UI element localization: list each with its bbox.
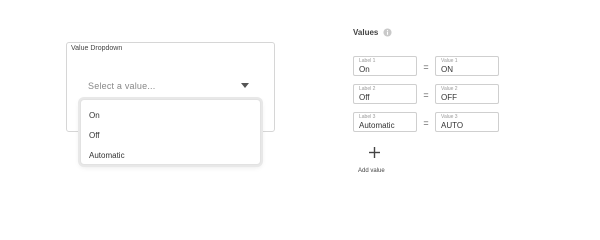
add-value-button[interactable]: Add value bbox=[358, 168, 385, 174]
dropdown-menu: On Off Automatic bbox=[80, 99, 261, 165]
chevron-down-icon[interactable] bbox=[241, 83, 249, 89]
value-value-3: AUTO bbox=[441, 121, 464, 130]
plus-icon[interactable] bbox=[368, 146, 381, 159]
dropdown-option-off[interactable]: Off bbox=[89, 131, 100, 140]
value-input-3[interactable]: Value 3 AUTO bbox=[435, 112, 499, 132]
value-value-2: OFF bbox=[441, 93, 457, 102]
value-select[interactable]: Select a value... bbox=[81, 77, 261, 95]
value-input-1[interactable]: Value 1 ON bbox=[435, 56, 499, 76]
equals-sign-1: = bbox=[423, 62, 429, 72]
label-input-1[interactable]: Label 1 On bbox=[353, 56, 417, 76]
values-header: Values bbox=[353, 28, 379, 37]
label-value-1: On bbox=[359, 65, 370, 74]
value-value-1: ON bbox=[441, 65, 453, 74]
equals-sign-2: = bbox=[423, 90, 429, 100]
dropdown-option-on[interactable]: On bbox=[89, 111, 100, 120]
value-input-2[interactable]: Value 2 OFF bbox=[435, 84, 499, 104]
label-value-2: Off bbox=[359, 93, 370, 102]
dropdown-option-automatic[interactable]: Automatic bbox=[89, 151, 125, 160]
label-caption-3: Label 3 bbox=[359, 114, 376, 120]
value-caption-2: Value 2 bbox=[441, 86, 458, 92]
label-input-3[interactable]: Label 3 Automatic bbox=[353, 112, 417, 132]
info-icon[interactable] bbox=[383, 28, 392, 37]
label-caption-1: Label 1 bbox=[359, 58, 376, 64]
label-value-3: Automatic bbox=[359, 121, 395, 130]
label-input-2[interactable]: Label 2 Off bbox=[353, 84, 417, 104]
value-caption-3: Value 3 bbox=[441, 114, 458, 120]
equals-sign-3: = bbox=[423, 118, 429, 128]
value-caption-1: Value 1 bbox=[441, 58, 458, 64]
label-caption-2: Label 2 bbox=[359, 86, 376, 92]
select-placeholder: Select a value... bbox=[88, 81, 156, 91]
dropdown-title: Value Dropdown bbox=[71, 45, 123, 52]
